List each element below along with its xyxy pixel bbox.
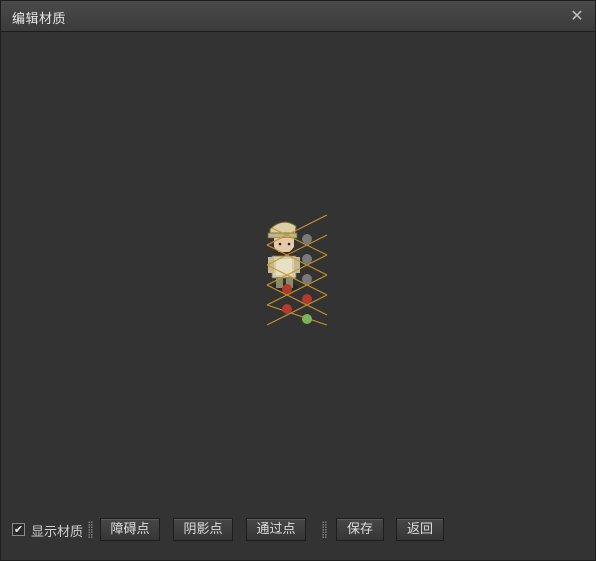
shadow-point-button[interactable]: 阴影点 — [173, 518, 233, 541]
shadow-point[interactable] — [302, 254, 312, 264]
material-canvas[interactable] — [2, 33, 595, 503]
close-icon[interactable]: ✕ — [567, 6, 587, 26]
obstacle-point[interactable] — [282, 304, 292, 314]
toolbar-grip — [322, 521, 327, 538]
pass-point[interactable] — [302, 314, 312, 324]
pass-point-button[interactable]: 通过点 — [246, 518, 306, 541]
title-bar[interactable]: 编辑材质 ✕ — [1, 1, 595, 32]
back-button[interactable]: 返回 — [396, 518, 444, 541]
bottom-toolbar: ✔ 显示材质 障碍点 阴影点 通过点 保存 返回 — [1, 513, 595, 547]
obstacle-point[interactable] — [302, 294, 312, 304]
grid-line — [266, 304, 328, 326]
edit-material-window: 编辑材质 ✕ ✔ 显示材质 障碍点 阴影点 通过点 保存 返回 — [0, 0, 596, 561]
show-material-label[interactable]: 显示材质 — [31, 521, 83, 540]
save-button[interactable]: 保存 — [336, 518, 384, 541]
show-material-checkbox[interactable]: ✔ — [12, 523, 25, 536]
shadow-point[interactable] — [302, 234, 312, 244]
material-scene — [266, 214, 328, 326]
toolbar-grip — [88, 521, 93, 538]
obstacle-point-button[interactable]: 障碍点 — [100, 518, 160, 541]
shadow-point[interactable] — [302, 274, 312, 284]
window-title: 编辑材质 — [12, 12, 67, 27]
obstacle-point[interactable] — [282, 284, 292, 294]
